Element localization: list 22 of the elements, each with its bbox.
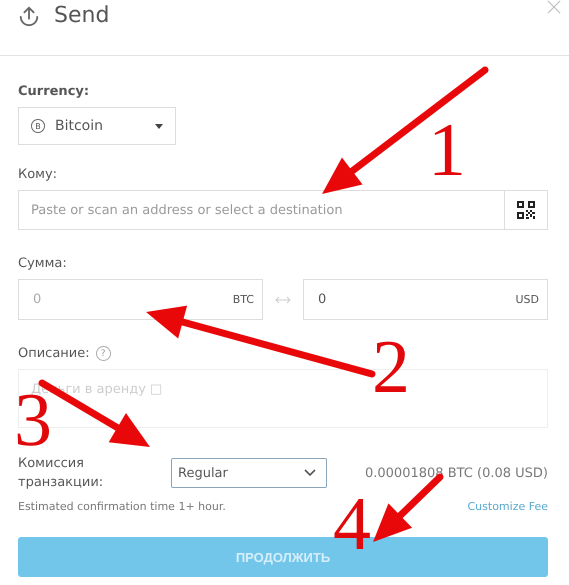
field-label: Кому:	[18, 167, 58, 182]
field-label: Описание:	[18, 346, 90, 361]
coin-icon: B	[31, 119, 45, 133]
caret-icon	[155, 124, 163, 128]
field-label: Currency:	[18, 84, 90, 99]
fee-dropdown[interactable]: Regular	[171, 458, 327, 488]
crypto-amount-field[interactable]: 0 BTC	[18, 279, 263, 320]
dialog-title: Send	[54, 2, 110, 30]
upload-icon	[18, 5, 40, 27]
currency-select[interactable]: B Bitcoin	[18, 107, 176, 145]
chevron-icon	[304, 469, 316, 477]
fee-amount: 0.00001808 BTC (0.08 USD)	[364, 466, 548, 480]
annotation-number: 2	[372, 335, 410, 399]
annotation-number: 1	[428, 118, 466, 182]
currency-unit: BTC	[232, 293, 254, 306]
field-label: Сумма:	[18, 256, 68, 271]
currency-value: Bitcoin	[55, 118, 104, 134]
fiat-amount-field[interactable]: 0 USD	[303, 279, 548, 320]
currency-unit: USD	[515, 293, 539, 306]
confirmation-estimate: Estimated confirmation time 1+ hour.	[18, 500, 226, 513]
qr-code-icon	[517, 201, 535, 219]
field-label: Комиссия транзакции:	[18, 455, 104, 492]
